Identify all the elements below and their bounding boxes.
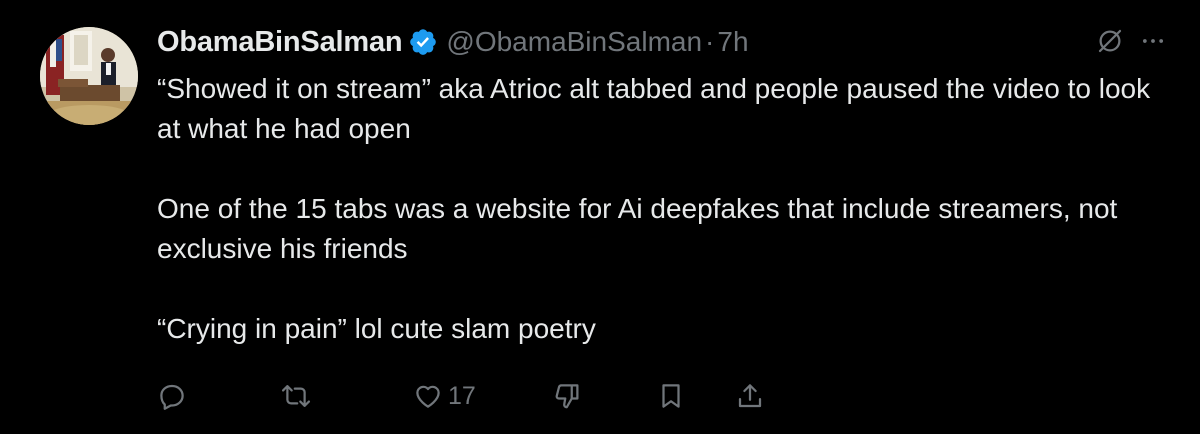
like-button[interactable]: 17 — [413, 378, 476, 414]
display-name[interactable]: ObamaBinSalman — [157, 26, 403, 59]
share-icon — [735, 381, 765, 411]
share-button[interactable] — [735, 378, 765, 414]
reply-button[interactable] — [157, 378, 187, 414]
bookmark-button[interactable] — [656, 378, 686, 414]
tweet-paragraph: One of the 15 tabs was a website for Ai … — [157, 193, 1118, 264]
bookmark-icon — [656, 381, 686, 411]
heart-icon — [413, 381, 443, 411]
tweet-text: “Showed it on stream” aka Atrioc alt tab… — [157, 69, 1167, 349]
reply-icon — [157, 381, 187, 411]
action-bar: 17 — [157, 378, 777, 414]
more-icon[interactable] — [1139, 27, 1167, 60]
grok-icon[interactable] — [1095, 26, 1125, 61]
timestamp[interactable]: 7h — [717, 26, 748, 58]
top-actions — [1095, 26, 1167, 61]
retweet-icon — [280, 381, 312, 411]
handle[interactable]: @ObamaBinSalman — [446, 26, 702, 58]
tweet-paragraph: “Crying in pain” lol cute slam poetry — [157, 313, 596, 344]
tweet-header: ObamaBinSalman @ObamaBinSalman · 7h — [157, 24, 749, 60]
tweet[interactable]: ObamaBinSalman @ObamaBinSalman · 7h “Sho… — [0, 0, 1200, 434]
thumbs-down-icon — [553, 381, 583, 411]
dislike-button[interactable] — [553, 378, 583, 414]
avatar[interactable] — [40, 27, 138, 125]
retweet-button[interactable] — [280, 378, 312, 414]
verified-badge-icon — [408, 27, 438, 57]
like-count: 17 — [448, 381, 476, 410]
tweet-paragraph: “Showed it on stream” aka Atrioc alt tab… — [157, 73, 1151, 144]
separator-dot: · — [705, 26, 715, 57]
